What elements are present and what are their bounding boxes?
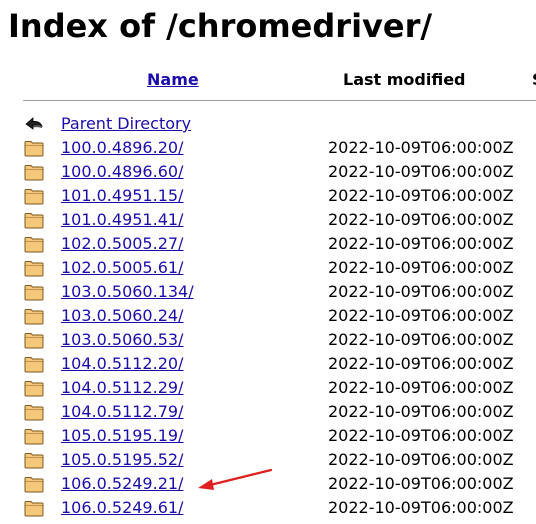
directory-entry-link[interactable]: 103.0.5060.24/	[61, 304, 183, 328]
last-modified-value: 2022-10-09T06:00:00Z	[328, 378, 514, 397]
directory-entry-link[interactable]: 105.0.5195.52/	[61, 448, 183, 472]
last-modified-value: 2022-10-09T06:00:00Z	[328, 330, 514, 349]
last-modified-value: 2022-10-09T06:00:00Z	[328, 426, 514, 445]
sort-by-name-link[interactable]: Name	[147, 70, 199, 89]
directory-entry-link[interactable]: 106.0.5249.61/	[61, 496, 183, 520]
last-modified-value: 2022-10-09T06:00:00Z	[328, 234, 514, 253]
folder-icon	[24, 283, 44, 301]
last-modified-value: 2022-10-09T06:00:00Z	[328, 354, 514, 373]
folder-icon	[24, 235, 44, 253]
folder-icon	[24, 259, 44, 277]
directory-entry-row: 101.0.4951.41/2022-10-09T06:00:00Z	[0, 208, 536, 232]
directory-entry-link[interactable]: 101.0.4951.15/	[61, 184, 183, 208]
last-modified-value: 2022-10-09T06:00:00Z	[328, 402, 514, 421]
directory-entry-link[interactable]: 105.0.5195.19/	[61, 424, 183, 448]
directory-entry-row: 103.0.5060.134/2022-10-09T06:00:00Z	[0, 280, 536, 304]
page-title: Index of /chromedriver/	[8, 7, 433, 45]
folder-icon	[24, 451, 44, 469]
directory-entry-row: 102.0.5005.61/2022-10-09T06:00:00Z	[0, 256, 536, 280]
directory-entry-row: 106.0.5249.61/2022-10-09T06:00:00Z	[0, 496, 536, 520]
folder-icon	[24, 139, 44, 157]
directory-entry-row: 104.0.5112.20/2022-10-09T06:00:00Z	[0, 352, 536, 376]
last-modified-value: 2022-10-09T06:00:00Z	[328, 474, 514, 493]
directory-entry-link[interactable]: 104.0.5112.29/	[61, 376, 183, 400]
column-header-name[interactable]: Name	[147, 68, 199, 92]
directory-listing: Parent Directory 100.0.4896.20/2022-10-0…	[0, 112, 536, 520]
folder-icon	[24, 379, 44, 397]
last-modified-value: 2022-10-09T06:00:00Z	[328, 210, 514, 229]
last-modified-value: 2022-10-09T06:00:00Z	[328, 162, 514, 181]
folder-icon	[24, 307, 44, 325]
directory-entry-row: 100.0.4896.60/2022-10-09T06:00:00Z	[0, 160, 536, 184]
directory-entry-row: 100.0.4896.20/2022-10-09T06:00:00Z	[0, 136, 536, 160]
directory-entry-link[interactable]: 102.0.5005.27/	[61, 232, 183, 256]
folder-icon	[24, 403, 44, 421]
directory-entry-row: 104.0.5112.29/2022-10-09T06:00:00Z	[0, 376, 536, 400]
directory-entry-link[interactable]: 100.0.4896.60/	[61, 160, 183, 184]
directory-entry-row: 103.0.5060.53/2022-10-09T06:00:00Z	[0, 328, 536, 352]
header-divider	[23, 100, 536, 101]
folder-icon	[24, 187, 44, 205]
back-arrow-icon	[24, 115, 44, 133]
folder-icon	[24, 499, 44, 517]
parent-directory-row: Parent Directory	[0, 112, 536, 136]
folder-icon	[24, 163, 44, 181]
directory-entry-row: 103.0.5060.24/2022-10-09T06:00:00Z	[0, 304, 536, 328]
directory-entry-link[interactable]: 104.0.5112.79/	[61, 400, 183, 424]
directory-entry-link[interactable]: 101.0.4951.41/	[61, 208, 183, 232]
last-modified-value: 2022-10-09T06:00:00Z	[328, 282, 514, 301]
column-header-last-modified[interactable]: Last modified	[343, 68, 466, 92]
folder-icon	[24, 355, 44, 373]
last-modified-value: 2022-10-09T06:00:00Z	[328, 498, 514, 517]
red-pointer-arrow-icon	[198, 468, 273, 490]
directory-entry-link[interactable]: 106.0.5249.21/	[61, 472, 183, 496]
parent-directory-link[interactable]: Parent Directory	[61, 112, 191, 136]
directory-entry-row: 105.0.5195.19/2022-10-09T06:00:00Z	[0, 424, 536, 448]
last-modified-value: 2022-10-09T06:00:00Z	[328, 138, 514, 157]
directory-entry-link[interactable]: 104.0.5112.20/	[61, 352, 183, 376]
folder-icon	[24, 211, 44, 229]
folder-icon	[24, 475, 44, 493]
directory-entry-row: 102.0.5005.27/2022-10-09T06:00:00Z	[0, 232, 536, 256]
directory-entry-row: 104.0.5112.79/2022-10-09T06:00:00Z	[0, 400, 536, 424]
folder-icon	[24, 331, 44, 349]
last-modified-value: 2022-10-09T06:00:00Z	[328, 450, 514, 469]
directory-entry-row: 101.0.4951.15/2022-10-09T06:00:00Z	[0, 184, 536, 208]
last-modified-value: 2022-10-09T06:00:00Z	[328, 306, 514, 325]
directory-entry-link[interactable]: 102.0.5005.61/	[61, 256, 183, 280]
directory-entry-link[interactable]: 100.0.4896.20/	[61, 136, 183, 160]
directory-entry-link[interactable]: 103.0.5060.134/	[61, 280, 194, 304]
folder-icon	[24, 427, 44, 445]
last-modified-value: 2022-10-09T06:00:00Z	[328, 258, 514, 277]
last-modified-value: 2022-10-09T06:00:00Z	[328, 186, 514, 205]
column-header-size[interactable]: S	[532, 68, 536, 92]
directory-entry-link[interactable]: 103.0.5060.53/	[61, 328, 183, 352]
